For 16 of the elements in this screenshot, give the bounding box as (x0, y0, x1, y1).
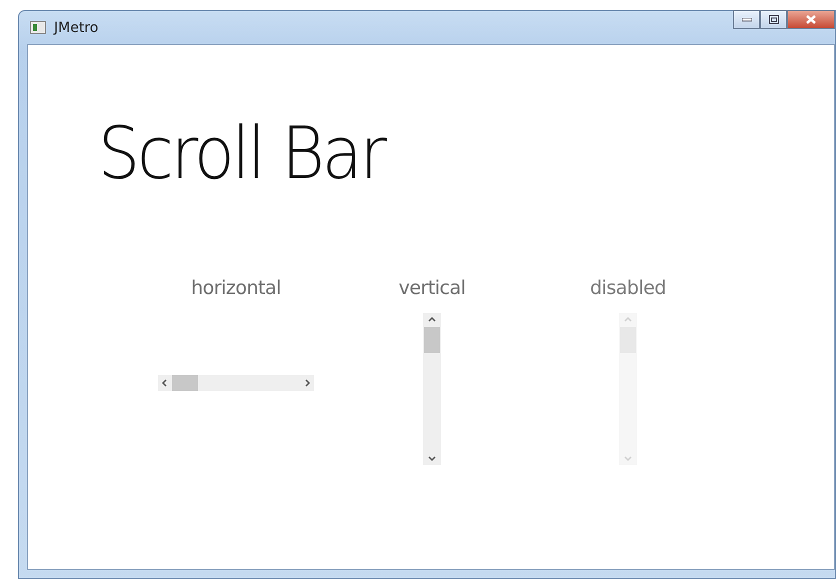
scroll-thumb[interactable] (172, 375, 198, 391)
close-icon (805, 14, 817, 25)
page-heading: Scroll Bar (98, 117, 387, 189)
maximize-button[interactable] (760, 10, 787, 29)
horizontal-scroll-bar[interactable] (158, 375, 314, 391)
maximize-icon (768, 15, 778, 24)
window-title: JMetro (54, 20, 100, 36)
scroll-thumb[interactable] (424, 327, 440, 353)
vertical-scroll-bar[interactable] (423, 313, 441, 465)
minimize-button[interactable] (733, 10, 760, 29)
scroll-bar-label: horizontal (191, 277, 281, 301)
close-button[interactable] (787, 10, 835, 29)
minimize-icon (742, 18, 752, 22)
app-icon (30, 21, 46, 34)
scroll-bar-label: disabled (590, 277, 666, 301)
scroll-bar-label: vertical (398, 277, 466, 301)
